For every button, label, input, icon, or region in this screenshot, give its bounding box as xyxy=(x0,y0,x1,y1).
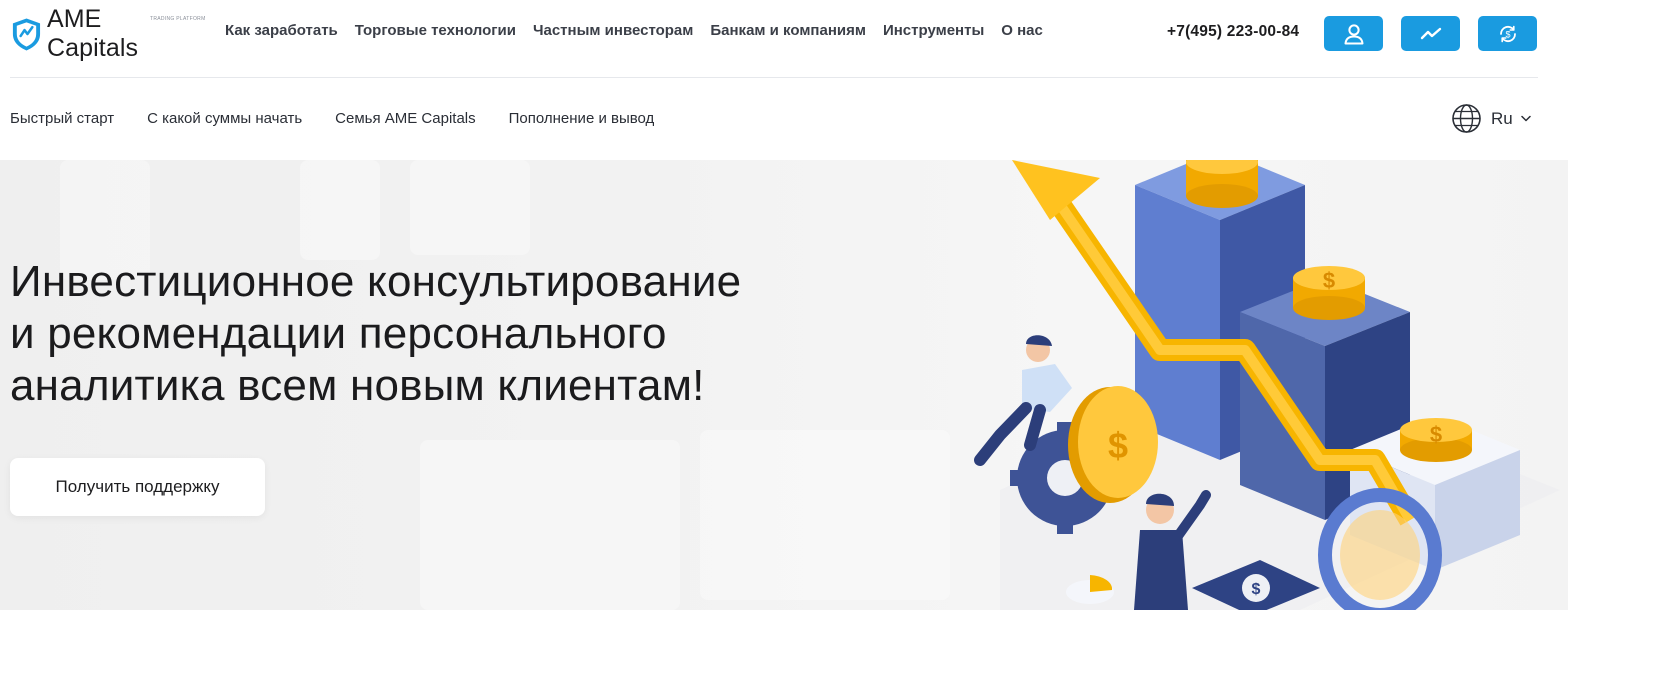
nav-item-earn[interactable]: Как заработать xyxy=(225,22,338,39)
language-selector[interactable]: Ru xyxy=(1451,103,1531,134)
hero-bg-shape xyxy=(420,440,680,610)
logo-text: AME Capitals xyxy=(46,5,139,62)
nav-item-banks-companies[interactable]: Банкам и компаниям xyxy=(710,22,866,39)
language-label: Ru xyxy=(1491,108,1513,128)
svg-text:$: $ xyxy=(1323,268,1335,293)
nav-item-trading-tech[interactable]: Торговые технологии xyxy=(355,22,516,39)
svg-text:$: $ xyxy=(1505,29,1510,39)
nav-item-private-investors[interactable]: Частным инвесторам xyxy=(533,22,693,39)
top-header: AME Capitals TRADING PLATFORM Как зарабо… xyxy=(0,0,1655,78)
header-divider xyxy=(10,77,1538,78)
platform-button[interactable] xyxy=(1401,16,1460,51)
hero-section: Инвестиционное консультирование и рекоме… xyxy=(0,160,1568,610)
subnav-item-deposit-withdraw[interactable]: Пополнение и вывод xyxy=(509,110,655,127)
account-button[interactable] xyxy=(1324,16,1383,51)
nav-item-about[interactable]: О нас xyxy=(1001,22,1043,39)
user-icon xyxy=(1344,23,1363,44)
subnav-item-family[interactable]: Семья AME Capitals xyxy=(335,110,475,127)
svg-text:$: $ xyxy=(1430,422,1442,447)
hero-title: Инвестиционное консультирование и рекоме… xyxy=(10,256,830,412)
globe-icon xyxy=(1452,104,1481,133)
hero-title-line: Инвестиционное консультирование xyxy=(10,257,742,306)
hero-bg-shape xyxy=(300,160,380,260)
logo-shield-icon xyxy=(12,18,41,51)
subnav-item-min-amount[interactable]: С какой суммы начать xyxy=(147,110,302,127)
hero-bg-shape xyxy=(410,160,530,255)
nav-item-instruments[interactable]: Инструменты xyxy=(883,22,984,39)
logo-subtext: TRADING PLATFORM xyxy=(150,16,206,22)
logo[interactable]: AME Capitals TRADING PLATFORM xyxy=(10,5,205,62)
magnifier xyxy=(1318,488,1442,610)
svg-text:$: $ xyxy=(1108,425,1128,466)
sub-nav: Быстрый старт С какой суммы начать Семья… xyxy=(10,110,654,127)
main-nav: Как заработать Торговые технологии Частн… xyxy=(225,22,1043,39)
deposit-button[interactable]: $ xyxy=(1478,16,1537,51)
coin-stack xyxy=(1186,160,1258,208)
hero-title-line: аналитика всем новым клиентам! xyxy=(10,361,705,410)
hero-illustration: $ $ $ $ xyxy=(974,160,1560,610)
coin-stack: $ xyxy=(1400,418,1472,462)
chevron-down-icon xyxy=(1520,115,1531,122)
coin-stack: $ xyxy=(1293,266,1365,320)
hero-title-line: и рекомендации персонального xyxy=(10,309,667,358)
svg-text:$: $ xyxy=(1252,581,1261,598)
chart-trend-icon xyxy=(1420,27,1441,39)
phone-number[interactable]: +7(495) 223-00-84 xyxy=(1167,23,1299,41)
hero-bg-shape xyxy=(700,430,950,600)
refresh-dollar-icon: $ xyxy=(1499,25,1516,42)
get-support-button[interactable]: Получить поддержку xyxy=(10,458,265,516)
subnav-item-quick-start[interactable]: Быстрый старт xyxy=(10,110,114,127)
